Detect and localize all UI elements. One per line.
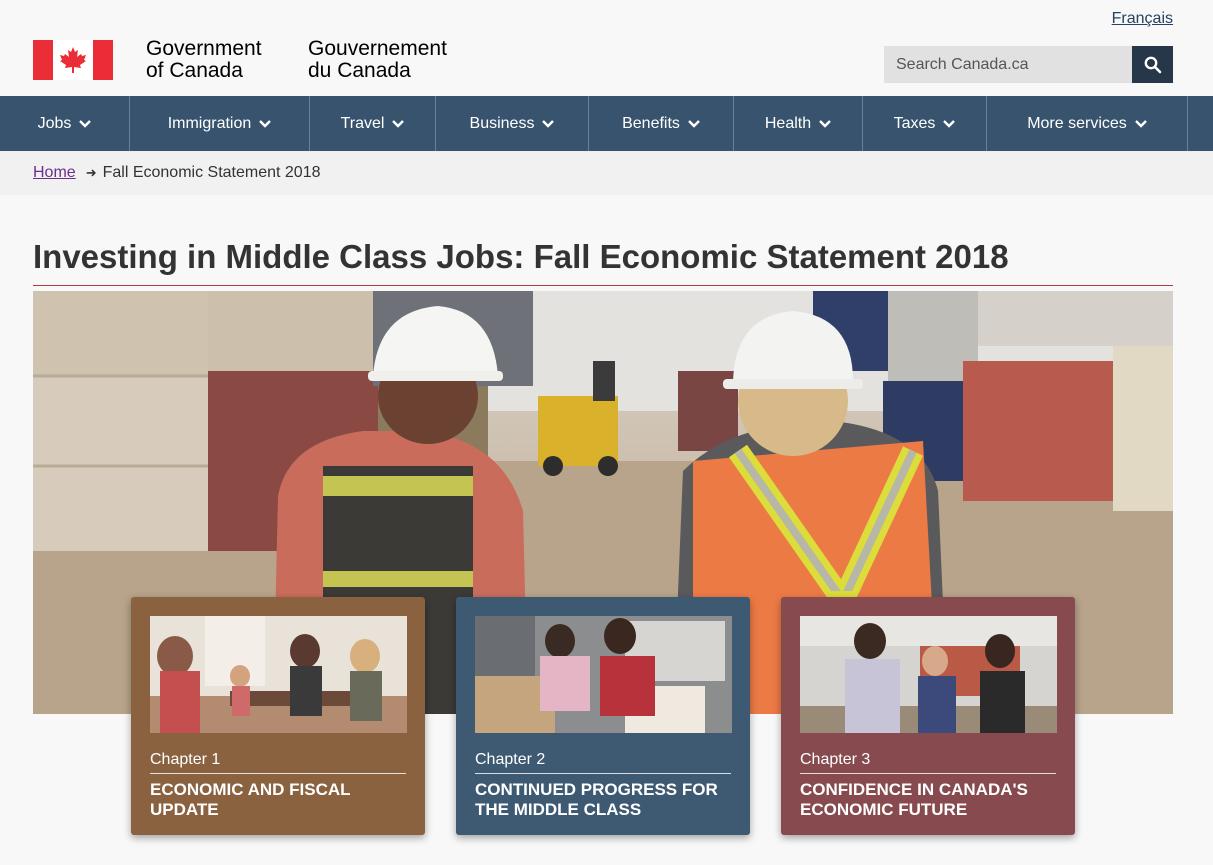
chevron-down-icon — [1134, 119, 1147, 128]
menu-item-benefits[interactable]: Benefits — [589, 96, 734, 151]
menu-item-health[interactable]: Health — [734, 96, 863, 151]
language-toggle-link[interactable]: Français — [1112, 10, 1173, 28]
menu-item-label: Health — [764, 114, 812, 132]
page-title: Investing in Middle Class Jobs: Fall Eco… — [33, 238, 1173, 286]
canada-flag-icon — [33, 40, 113, 80]
menu-item-more-services[interactable]: More services — [987, 96, 1188, 151]
search-input[interactable] — [884, 46, 1132, 83]
chapter-label: Chapter 2 — [475, 751, 731, 774]
office-colleagues-image — [800, 616, 1057, 733]
menu-item-label: More services — [1027, 114, 1127, 132]
menu-item-label: Immigration — [167, 114, 252, 132]
breadcrumb: Home ➜ Fall Economic Statement 2018 — [0, 151, 1213, 195]
chevron-down-icon — [79, 119, 92, 128]
menu-item-label: Taxes — [893, 114, 936, 132]
search-icon — [1144, 56, 1161, 73]
chevron-down-icon — [259, 119, 272, 128]
brand-en-line2: of Canada — [146, 59, 243, 82]
site-search — [884, 46, 1173, 83]
chapter-2-card[interactable]: Chapter 2 Continued Progress for the Mid… — [456, 597, 750, 835]
chapter-3-card[interactable]: Chapter 3 Confidence in Canada's Economi… — [781, 597, 1075, 835]
menu-item-label: Jobs — [37, 114, 72, 132]
arrow-right-icon: ➜ — [85, 165, 97, 180]
menu-item-immigration[interactable]: Immigration — [130, 96, 310, 151]
chevron-down-icon — [542, 119, 555, 128]
search-button[interactable] — [1132, 46, 1173, 83]
brand-en-line1: Government — [146, 37, 262, 60]
menu-item-taxes[interactable]: Taxes — [863, 96, 987, 151]
chapter-title: Confidence in Canada's Economic Future — [800, 780, 1028, 819]
menu-item-label: Business — [469, 114, 535, 132]
brand-english: Government of Canada — [146, 38, 308, 82]
chapter-title: Economic and Fiscal Update — [150, 780, 351, 819]
family-kitchen-image — [150, 616, 407, 733]
menu-item-label: Benefits — [622, 114, 680, 132]
brand-fr-line2: du Canada — [308, 59, 411, 82]
chevron-down-icon — [943, 119, 956, 128]
chapter-label: Chapter 1 — [150, 751, 406, 774]
workshop-workers-image — [475, 616, 732, 733]
chapter-label: Chapter 3 — [800, 751, 1056, 774]
main-menu: Jobs Immigration Travel Business Benefit… — [0, 96, 1213, 151]
breadcrumb-current: Fall Economic Statement 2018 — [102, 164, 321, 181]
chevron-down-icon — [688, 119, 700, 128]
chapter-title: Continued Progress for the Middle Class — [475, 780, 718, 819]
brand-french: Gouvernement du Canada — [308, 38, 447, 82]
menu-item-business[interactable]: Business — [436, 96, 589, 151]
chapter-1-card[interactable]: Chapter 1 Economic and Fiscal Update — [131, 597, 425, 835]
menu-item-jobs[interactable]: Jobs — [0, 96, 130, 151]
menu-item-label: Travel — [340, 114, 385, 132]
brand-fr-line1: Gouvernement — [308, 37, 447, 60]
menu-item-travel[interactable]: Travel — [310, 96, 436, 151]
chevron-down-icon — [392, 119, 405, 128]
chevron-down-icon — [819, 119, 831, 128]
canada-wordmark[interactable]: Government of Canada Gouvernement du Can… — [33, 38, 447, 82]
breadcrumb-home-link[interactable]: Home — [33, 164, 76, 182]
